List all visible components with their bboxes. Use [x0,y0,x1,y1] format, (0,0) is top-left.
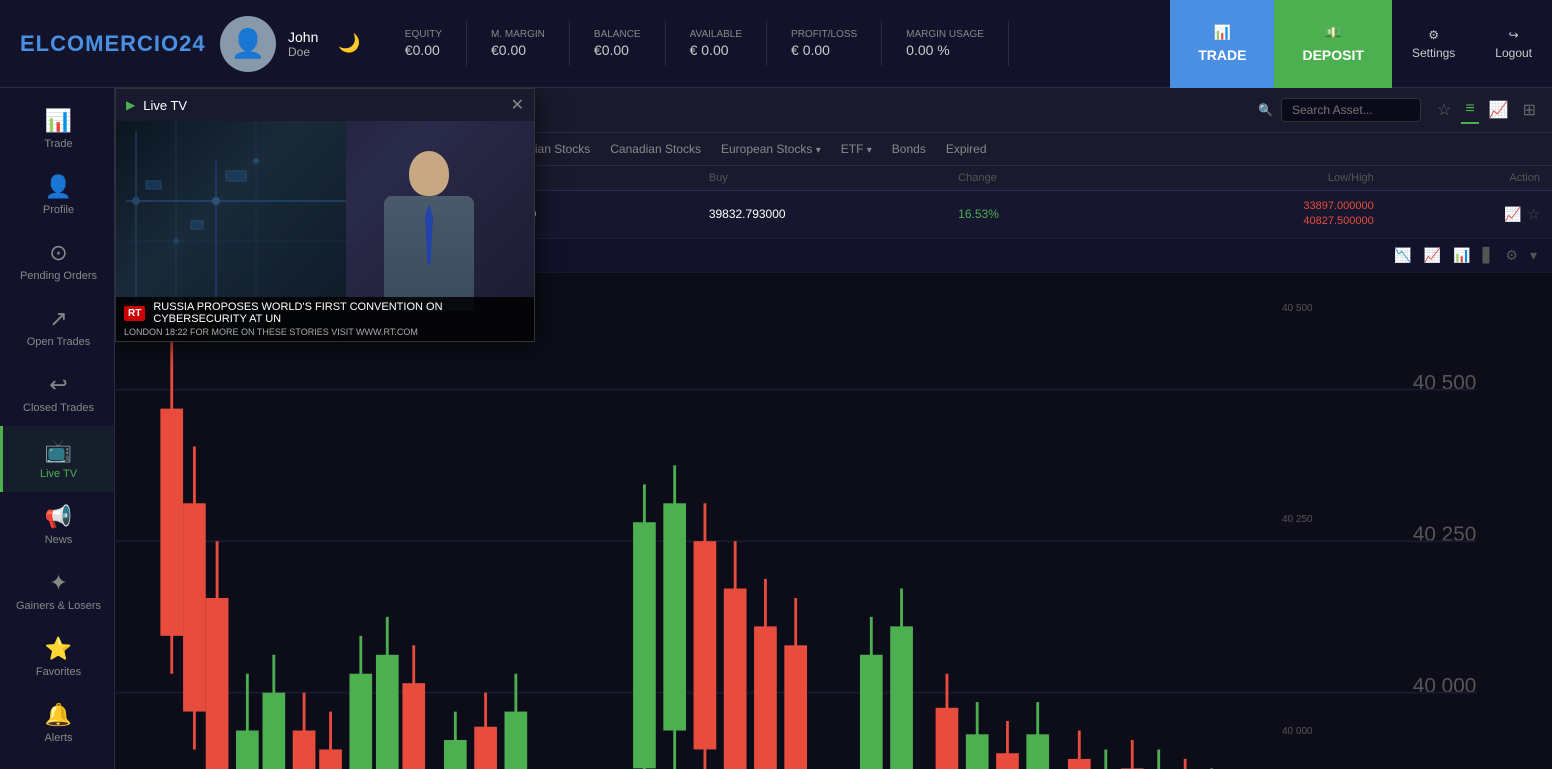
live-tv-close-button[interactable]: ✕ [511,95,524,115]
chart-view-icon[interactable]: 📈 [1485,96,1513,124]
chart-canvas: BTC 40 500 40 250 40 000 39 750 [115,273,1552,769]
chart-tool-linechart[interactable]: 📈 [1421,244,1444,267]
search-input[interactable] [1281,98,1421,122]
avatar-icon: 👤 [231,27,266,60]
svg-text:40 500: 40 500 [1413,371,1477,394]
rt-headline: RUSSIA PROPOSES WORLD'S FIRST CONVENTION… [153,301,526,325]
avatar: 👤 [220,16,276,72]
filter-bonds[interactable]: Bonds [884,139,934,159]
th-low-high: Low/High [1124,172,1373,184]
available-stat: AVAILABLE € 0.00 [666,21,767,66]
sidebar-item-livetv[interactable]: 📺 Live TV [0,426,114,492]
rt-ticker: LONDON 18:22 FOR MORE ON THESE STORIES V… [124,327,526,337]
filter-expired[interactable]: Expired [938,139,995,159]
trade-icon: 📊 [1214,24,1231,41]
presenter [364,151,494,311]
chart-tool-expand[interactable]: ▾ [1527,244,1540,267]
logo-text2: COMERCIO24 [50,31,205,56]
header-action-icons: ☆ ≡ 📈 ⊞ [1433,96,1540,124]
main-layout: 📊 Trade 👤 Profile ⊙ Pending Orders ↗ Ope… [0,88,1552,769]
buy-price: 39832.793000 [709,207,958,221]
settings-icon: ⚙ [1428,28,1439,42]
logo: ELCOMERCIO24 [0,31,200,57]
gainers-nav-icon: ✦ [49,570,67,596]
header: ELCOMERCIO24 👤 John Doe 🌙 EQUITY €0.00 M… [0,0,1552,88]
content-area: ▶ Live TV ✕ [115,88,1552,769]
favorites-nav-icon: ⭐ [45,636,72,662]
list-view-icon[interactable]: ≡ [1461,96,1478,124]
chart-area: BTC 40 500 40 250 40 000 39 750 [115,273,1552,769]
live-tv-header: ▶ Live TV ✕ [116,89,534,121]
sidebar-item-open[interactable]: ↗ Open Trades [0,294,114,360]
logo-text1: EL [20,31,50,56]
th-action: Action [1374,172,1540,184]
svg-text:40 000: 40 000 [1413,674,1477,697]
sidebar-item-favorites[interactable]: ⭐ Favorites [0,624,114,690]
search-icon: 🔍 [1258,103,1273,117]
live-tv-overlay: ▶ Live TV ✕ [115,88,535,342]
sidebar-item-profile[interactable]: 👤 Profile [0,162,114,228]
grid-view-icon[interactable]: ⊞ [1519,96,1540,124]
profile-nav-icon: 👤 [45,174,72,200]
rt-banner-top: RT RUSSIA PROPOSES WORLD'S FIRST CONVENT… [124,301,526,325]
trade-button[interactable]: 📊 TRADE [1170,0,1274,88]
star-filter-icon[interactable]: ☆ [1433,96,1455,124]
settings-button[interactable]: ⚙ Settings [1392,0,1475,88]
chart-tools: 📉 📈 📊 ▋ ⚙ ▾ [1391,244,1540,267]
user-name: John Doe [288,29,318,59]
sidebar-item-alerts[interactable]: 🔔 Alerts [0,690,114,756]
th-change: Change [958,172,1124,184]
profit-stat: PROFIT/LOSS € 0.00 [767,21,882,66]
news-nav-icon: 📢 [45,504,72,530]
low-high: 33897.000000 40827.500000 [1124,199,1373,230]
chart-action-icon[interactable]: 📈 [1504,206,1521,223]
pending-nav-icon: ⊙ [49,240,67,266]
chart-tool-settings[interactable]: ⚙ [1502,244,1521,267]
sidebar-item-gainers[interactable]: ✦ Gainers & Losers [0,558,114,624]
logout-button[interactable]: ↪ Logout [1475,0,1552,88]
trade-nav-icon: 📊 [45,108,72,134]
livetv-nav-icon: 📺 [45,438,72,464]
live-tv-title: Live TV [143,98,502,113]
header-stats: EQUITY €0.00 M. MARGIN €0.00 BALANCE €0.… [381,21,1170,66]
action-icons: 📈 ☆ [1374,206,1540,223]
deposit-button[interactable]: 💵 DEPOSIT [1274,0,1391,88]
filter-canadian[interactable]: Canadian Stocks [602,139,709,159]
star-action-icon[interactable]: ☆ [1527,206,1540,223]
margin-usage-stat: MARGIN USAGE 0.00 % [882,21,1009,66]
balance-stat: BALANCE €0.00 [570,21,666,66]
chart-tool-bars[interactable]: 📊 [1450,244,1473,267]
filter-european[interactable]: European Stocks ▾ [713,139,829,159]
live-indicator: ▶ [126,98,135,112]
theme-toggle-icon[interactable]: 🌙 [338,33,360,54]
live-tv-video: RT RUSSIA PROPOSES WORLD'S FIRST CONVENT… [116,121,534,341]
th-buy: Buy [709,172,958,184]
alerts-nav-icon: 🔔 [45,702,72,728]
candlestick-chart: 40 500 40 250 40 000 39 750 [115,295,1552,769]
rt-logo: RT [124,306,145,321]
sidebar: 📊 Trade 👤 Profile ⊙ Pending Orders ↗ Ope… [0,88,115,769]
change-value: 16.53% [958,207,1124,221]
sidebar-item-trade[interactable]: 📊 Trade [0,96,114,162]
sidebar-item-news[interactable]: 📢 News [0,492,114,558]
search-area: 🔍 [1258,98,1421,122]
svg-text:40 250: 40 250 [1413,523,1477,546]
margin-stat: M. MARGIN €0.00 [467,21,570,66]
sidebar-item-pending[interactable]: ⊙ Pending Orders [0,228,114,294]
deposit-icon: 💵 [1324,24,1341,41]
filter-etf[interactable]: ETF ▾ [833,139,880,159]
user-section: 👤 John Doe 🌙 [200,16,381,72]
closed-nav-icon: ↩ [49,372,67,398]
rt-banner: RT RUSSIA PROPOSES WORLD'S FIRST CONVENT… [116,297,534,341]
sidebar-item-closed[interactable]: ↩ Closed Trades [0,360,114,426]
video-placeholder: RT RUSSIA PROPOSES WORLD'S FIRST CONVENT… [116,121,534,341]
equity-stat: EQUITY €0.00 [381,21,467,66]
open-nav-icon: ↗ [49,306,67,332]
chart-tool-line[interactable]: 📉 [1391,244,1414,267]
logout-icon: ↪ [1509,28,1519,42]
chart-tool-candle[interactable]: ▋ [1480,244,1497,267]
